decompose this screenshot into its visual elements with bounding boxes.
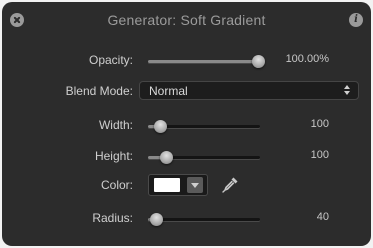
radius-row: Radius: 40 xyxy=(2,207,371,231)
title-bar: Generator: Soft Gradient i xyxy=(2,2,371,36)
opacity-value[interactable]: 100.00% xyxy=(286,53,329,65)
opacity-slider-knob[interactable] xyxy=(252,55,265,68)
opacity-slider[interactable] xyxy=(148,55,265,68)
eyedropper-icon[interactable] xyxy=(220,175,240,195)
opacity-slider-fill xyxy=(148,60,260,63)
color-swatch[interactable] xyxy=(154,178,180,192)
radius-slider[interactable] xyxy=(148,213,260,226)
color-label: Color: xyxy=(100,178,133,192)
width-slider-knob[interactable] xyxy=(154,120,167,133)
info-icon[interactable]: i xyxy=(349,13,363,27)
window-title: Generator: Soft Gradient xyxy=(107,12,266,28)
blend-mode-row: Blend Mode: Normal xyxy=(2,80,371,104)
width-value[interactable]: 100 xyxy=(311,118,329,130)
blend-mode-popup[interactable]: Normal xyxy=(139,81,359,100)
popup-arrows-icon xyxy=(344,84,350,97)
blend-mode-label: Blend Mode: xyxy=(65,84,133,98)
color-menu-arrow-icon[interactable] xyxy=(187,177,203,193)
opacity-label: Opacity: xyxy=(88,53,133,67)
opacity-row: Opacity: 100.00% xyxy=(2,49,371,73)
height-label: Height: xyxy=(94,149,133,163)
radius-value[interactable]: 40 xyxy=(317,211,329,223)
width-row: Width: 100 xyxy=(2,114,371,138)
blend-mode-value: Normal xyxy=(149,84,188,98)
hud-window: Generator: Soft Gradient i Opacity: 100.… xyxy=(2,2,371,246)
radius-label: Radius: xyxy=(92,211,133,225)
color-row: Color: xyxy=(2,174,371,198)
color-well[interactable] xyxy=(148,174,208,196)
width-label: Width: xyxy=(98,118,133,132)
width-slider[interactable] xyxy=(148,120,260,133)
height-value[interactable]: 100 xyxy=(311,149,329,161)
height-slider-knob[interactable] xyxy=(160,151,173,164)
radius-slider-knob[interactable] xyxy=(150,213,163,226)
height-slider[interactable] xyxy=(148,151,260,164)
height-row: Height: 100 xyxy=(2,145,371,169)
